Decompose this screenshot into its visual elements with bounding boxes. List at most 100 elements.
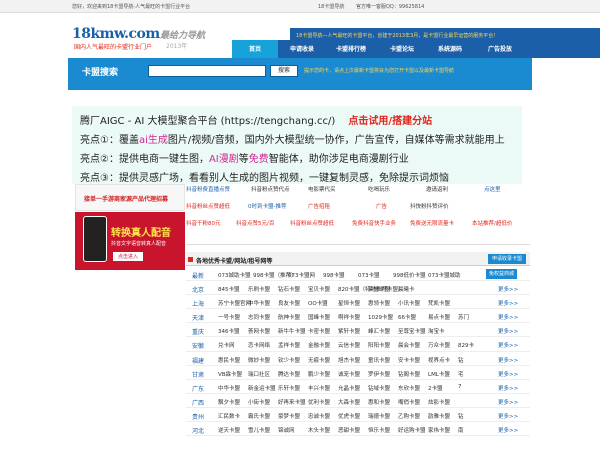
region-label[interactable]: 甘肃 bbox=[192, 370, 208, 379]
site-link[interactable]: 忠诚卡盟 bbox=[308, 412, 330, 420]
site-link[interactable]: 晨曦卡 bbox=[398, 285, 415, 293]
promo-link[interactable]: 电影票代买 bbox=[308, 185, 336, 193]
site-link[interactable]: 志同卡盟 bbox=[248, 313, 270, 321]
promo-link[interactable]: 邀请返利 bbox=[426, 185, 448, 193]
site-link[interactable]: LML卡盟 bbox=[428, 370, 450, 378]
site-link[interactable]: 乐轩卡盟 bbox=[278, 384, 300, 392]
region-label[interactable]: 重庆 bbox=[192, 327, 208, 336]
site-link[interactable]: 恋卡网络 bbox=[248, 341, 270, 349]
site-link[interactable]: 优虎卡盟 bbox=[338, 412, 360, 420]
site-link[interactable]: 845卡盟 bbox=[218, 285, 240, 293]
site-link[interactable]: 视界点卡 bbox=[428, 356, 450, 364]
more-link[interactable]: 更多>> bbox=[498, 327, 518, 335]
site-link[interactable]: 998低价卡盟 bbox=[393, 271, 426, 279]
site-link[interactable]: 锦诚网 bbox=[278, 426, 295, 434]
site-link[interactable]: 至尊宝卡盟 bbox=[398, 327, 426, 335]
region-label[interactable]: 河北 bbox=[192, 426, 208, 435]
nav-apply[interactable]: 申请收录 bbox=[290, 44, 314, 53]
site-link[interactable]: 好运购卡盟 bbox=[398, 426, 426, 434]
region-label[interactable]: 贵州 bbox=[192, 412, 208, 421]
promo-link[interactable]: 免费送无限流量卡 bbox=[410, 219, 454, 227]
site-link[interactable]: 钦少卡盟 bbox=[278, 356, 300, 364]
site-link[interactable]: 乐刷卡盟 bbox=[248, 285, 270, 293]
site-link[interactable]: 苏宁卡盟官网 bbox=[218, 299, 251, 307]
more-link[interactable]: 更多>> bbox=[498, 412, 518, 420]
site-link[interactable]: 晨会卡盟 bbox=[398, 341, 420, 349]
region-label[interactable]: 最新 bbox=[192, 271, 208, 280]
site-link[interactable]: 允晶卡盟 bbox=[338, 384, 360, 392]
site-link[interactable]: 金融卡盟 bbox=[308, 341, 330, 349]
promo-link[interactable]: 抖音粉丝点赞超低 bbox=[290, 219, 334, 227]
site-link[interactable]: 童讯卡盟 bbox=[368, 356, 390, 364]
nav-home[interactable]: 首页 bbox=[232, 40, 278, 58]
site-link[interactable]: 钻 bbox=[458, 412, 464, 420]
site-link[interactable]: 钻阁卡盟 bbox=[398, 370, 420, 378]
site-link[interactable]: 瑞口社区 bbox=[248, 370, 270, 378]
site-link[interactable]: 国峰卡盟 bbox=[308, 313, 330, 321]
promo-link[interactable]: 吃喝玩乐 bbox=[368, 185, 390, 193]
site-link[interactable]: 苏门 bbox=[458, 313, 469, 321]
region-label[interactable]: 广东 bbox=[192, 384, 208, 393]
site-link[interactable]: 钻石卡盟 bbox=[278, 285, 300, 293]
site-link[interactable]: 大森卡盟 bbox=[338, 398, 360, 406]
site-link[interactable]: VB霖卡盟 bbox=[218, 370, 242, 378]
left-banner-ad[interactable]: 接单一手游商家源产品代理招募 bbox=[75, 184, 185, 211]
nav-forum[interactable]: 卡盟论坛 bbox=[390, 44, 414, 53]
site-link[interactable]: 丰兴卡盟 bbox=[308, 384, 330, 392]
site-link[interactable]: 乙购卡盟 bbox=[398, 412, 420, 420]
site-link[interactable]: 峰汇卡盟 bbox=[368, 327, 390, 335]
site-link[interactable]: 东欣卡盟 bbox=[398, 384, 420, 392]
site-link[interactable]: 1029卡盟 bbox=[368, 313, 393, 321]
site-link[interactable]: 2卡盟 bbox=[428, 384, 443, 392]
site-link[interactable]: 汇民数卡 bbox=[218, 412, 240, 420]
site-link[interactable]: 兑卡网 bbox=[218, 341, 235, 349]
site-link[interactable]: 荣誉卡盟 bbox=[368, 285, 390, 293]
site-link[interactable]: 鹏少卡盟 bbox=[308, 370, 330, 378]
site-link[interactable]: OO卡盟 bbox=[308, 299, 328, 307]
site-link[interactable]: 新牛牛卡盟 bbox=[278, 327, 306, 335]
site-link[interactable]: 飘夕卡盟 bbox=[218, 398, 240, 406]
promo-link[interactable]: 广告 bbox=[376, 202, 387, 210]
site-link[interactable]: 宝贝卡盟 bbox=[308, 285, 330, 293]
site-link[interactable]: 木头卡盟 bbox=[308, 426, 330, 434]
site-link[interactable]: 微妙卡盟 bbox=[248, 356, 270, 364]
more-link[interactable]: 更多>> bbox=[498, 341, 518, 349]
site-link[interactable]: 998卡盟 bbox=[323, 271, 345, 279]
site-link[interactable]: 惠领卡盟 bbox=[368, 299, 390, 307]
promo-link[interactable]: 抖音粉点赞代点 bbox=[251, 185, 290, 193]
region-label[interactable]: 福建 bbox=[192, 356, 208, 365]
site-link[interactable]: 航神卡盟 bbox=[278, 313, 300, 321]
more-link[interactable]: 更多>> bbox=[498, 313, 518, 321]
nav-ads[interactable]: 广告投放 bbox=[488, 44, 512, 53]
site-link[interactable]: 阳阳卡盟 bbox=[368, 341, 390, 349]
promo-link[interactable]: 广告招租 bbox=[308, 202, 330, 210]
site-link[interactable]: 孟祥卡盟 bbox=[278, 341, 300, 349]
site-name-link[interactable]: 18卡盟导航 bbox=[318, 3, 344, 10]
site-link[interactable]: 豪梦卡盟 bbox=[278, 412, 300, 420]
nav-ranking[interactable]: 卡盟排行榜 bbox=[336, 44, 366, 53]
more-link[interactable]: 更多>> bbox=[498, 426, 518, 434]
site-link[interactable]: 66卡盟 bbox=[398, 313, 416, 321]
site-link[interactable]: 073卡盟 bbox=[358, 271, 380, 279]
promo-link[interactable]: 抖音粉费直播点赞 bbox=[186, 185, 230, 193]
site-link[interactable]: 南 bbox=[458, 426, 464, 434]
site-link[interactable]: 易点卡盟 bbox=[428, 313, 450, 321]
site-link[interactable]: 免权益商城 bbox=[486, 269, 518, 279]
more-link[interactable]: 更多>> bbox=[498, 384, 518, 392]
site-link[interactable]: 炫影卡盟 bbox=[428, 398, 450, 406]
region-label[interactable]: 上海 bbox=[192, 299, 208, 308]
voice-ad-button[interactable]: 点击进入 bbox=[113, 252, 144, 261]
site-link[interactable]: 346卡盟 bbox=[218, 327, 240, 335]
site-link[interactable]: 瑞德卡盟 bbox=[368, 412, 390, 420]
site-link[interactable]: 诚宠卡盟 bbox=[338, 370, 360, 378]
nav-source[interactable]: 系统源码 bbox=[438, 44, 462, 53]
promo-link[interactable]: 抖音千粉80元 bbox=[186, 219, 221, 227]
more-link[interactable]: 更多>> bbox=[498, 356, 518, 364]
site-link[interactable]: 家伟卡盟 bbox=[428, 426, 450, 434]
site-link[interactable]: 无痕卡盟 bbox=[308, 356, 330, 364]
more-link[interactable]: 更多>> bbox=[498, 285, 518, 293]
site-link[interactable]: 073卡盟城助 bbox=[428, 271, 461, 279]
aigc-ad-overlay[interactable]: 腾厂AIGC - AI 大模型聚合平台 (https://tengchang.c… bbox=[72, 106, 522, 184]
site-link[interactable]: 霸氏卡盟 bbox=[248, 412, 270, 420]
site-link[interactable]: 恒乐卡盟 bbox=[368, 426, 390, 434]
